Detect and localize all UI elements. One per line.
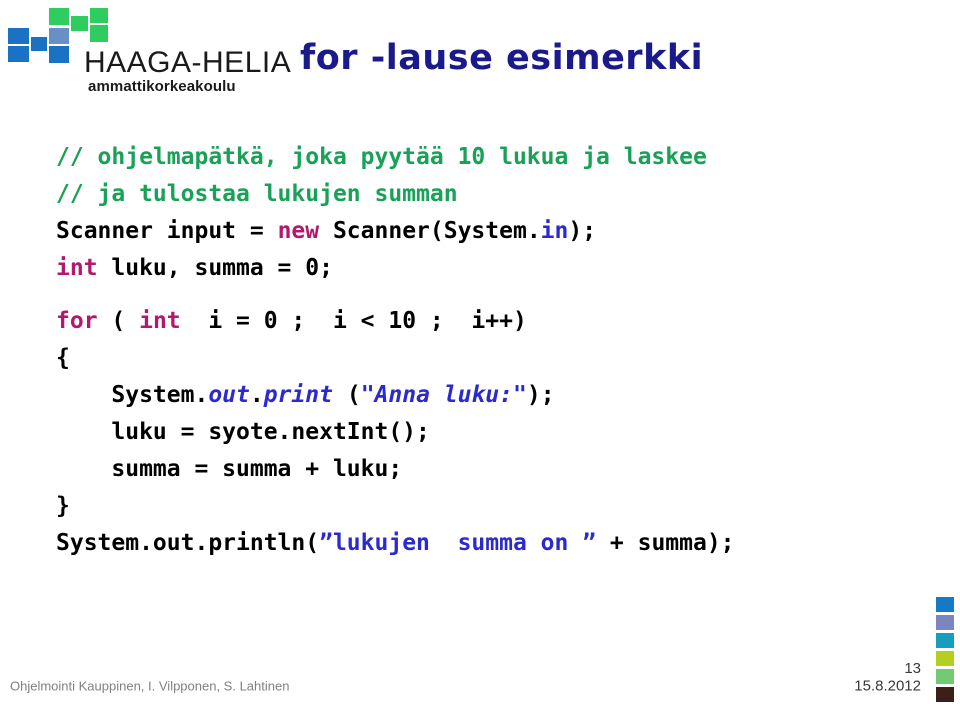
code-line-brace-close: } [56, 488, 906, 525]
code-token-member-i: out [208, 382, 250, 408]
code-token-string-i: "Anna luku:" [360, 382, 527, 408]
code-token-comment: // ja tulostaa lukujen summan [56, 181, 458, 207]
code-token-keyword: for [56, 308, 98, 334]
code-token-keyword: new [277, 218, 320, 244]
code-token-keyword: int [56, 255, 98, 281]
code-line-println-sum: System.out.println(”lukujen summa on ” +… [56, 525, 906, 562]
code-token-plain: Scanner input = [56, 218, 278, 244]
code-token-plain: luku = syote.nextInt(); [56, 419, 430, 445]
code-line-blank-1 [56, 287, 906, 303]
logo-block-8 [90, 8, 108, 23]
code-token-plain: } [56, 493, 70, 519]
code-token-plain: System.out.println( [56, 530, 320, 556]
slide-date: 15.8.2012 [854, 677, 921, 695]
logo-name: HAAGA-HELIA [84, 46, 292, 79]
logo-block-1 [8, 28, 29, 44]
logo-block-7 [71, 16, 88, 31]
slide-page-number: 13 [904, 660, 921, 677]
code-line-brace-open: { [56, 340, 906, 377]
deco-square-yellowgreen [936, 651, 954, 666]
code-listing: // ohjelmapätkä, joka pyytää 10 lukua ja… [56, 139, 906, 562]
logo-subtitle: ammattikorkeakoulu [88, 78, 236, 95]
code-token-plain: . [249, 382, 264, 408]
code-line-scanner-decl: Scanner input = new Scanner(System.in); [56, 213, 906, 250]
code-token-plain: luku, summa = 0; [97, 255, 333, 281]
code-line-for-header: for ( int i = 0 ; i < 10 ; i++) [56, 303, 906, 340]
logo-block-5 [49, 46, 69, 63]
code-token-plain: Scanner(System. [319, 218, 541, 244]
footer-course-note: Ohjelmointi Kauppinen, I. Vilpponen, S. … [10, 678, 290, 694]
code-token-member-i: print [263, 382, 333, 408]
code-line-comment-1: // ohjelmapätkä, joka pyytää 10 lukua ja… [56, 139, 906, 176]
code-token-plain: ); [526, 382, 555, 408]
code-token-plain: summa = summa + luku; [56, 456, 403, 482]
code-token-string: ”lukujen summa on ” [319, 530, 597, 556]
code-token-keyword: int [139, 308, 181, 334]
deco-square-blue [936, 597, 954, 612]
code-line-comment-2: // ja tulostaa lukujen summan [56, 176, 906, 213]
logo-block-3 [31, 37, 47, 51]
code-token-plain: { [56, 345, 70, 371]
decorative-square-strip [936, 597, 956, 705]
logo-block-9 [90, 25, 108, 42]
code-line-accumulate: summa = summa + luku; [56, 451, 906, 488]
code-token-plain: System. [56, 382, 209, 408]
logo-block-2 [8, 46, 29, 62]
code-token-plain: i = 0 ; i < 10 ; i++) [180, 308, 527, 334]
code-line-read-int: luku = syote.nextInt(); [56, 414, 906, 451]
code-token-plain: ( [332, 382, 361, 408]
deco-square-lightgreen [936, 669, 954, 684]
code-token-plain: ( [97, 308, 140, 334]
logo-block-4 [49, 28, 69, 44]
code-line-print-prompt: System.out.print ("Anna luku:"); [56, 377, 906, 414]
code-token-plain: ); [568, 218, 597, 244]
code-token-member: in [540, 218, 569, 244]
code-line-int-decl: int luku, summa = 0; [56, 250, 906, 287]
logo-block-6 [49, 8, 69, 25]
code-token-comment: // ohjelmapätkä, joka pyytää 10 lukua ja… [56, 144, 707, 170]
deco-square-teal [936, 633, 954, 648]
haaga-helia-logo: HAAGA-HELIA ammattikorkeakoulu [8, 6, 291, 101]
deco-square-periwinkle [936, 615, 954, 630]
slide-title: for -lause esimerkki [300, 38, 704, 78]
code-token-plain: + summa); [596, 530, 735, 556]
deco-square-brown [936, 687, 954, 702]
